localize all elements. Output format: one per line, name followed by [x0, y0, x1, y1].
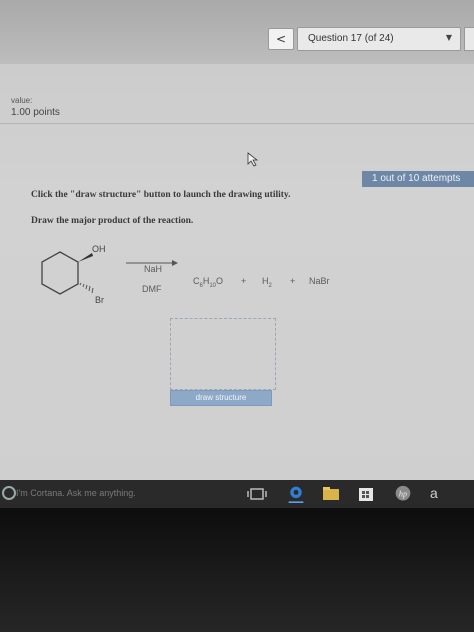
- instruction-launch-utility: Click the "draw structure" button to lau…: [31, 190, 291, 200]
- product-formula: C6H10O: [193, 276, 224, 289]
- task-view-icon[interactable]: [246, 485, 268, 503]
- keyboard-key-a: a: [430, 485, 438, 501]
- monitor-bezel: [0, 508, 474, 632]
- plus-sign-2: +: [290, 276, 296, 286]
- reagent-top: NaH: [144, 264, 163, 274]
- mouse-cursor-icon: [247, 152, 259, 167]
- cortana-icon[interactable]: [2, 486, 16, 500]
- previous-question-button[interactable]: <: [268, 28, 294, 50]
- structure-drawing-area[interactable]: [170, 318, 276, 390]
- chevron-down-icon: ▼: [445, 33, 452, 42]
- svg-text:hp: hp: [399, 489, 407, 498]
- reagent-bottom: DMF: [142, 284, 162, 294]
- points-value: 1.00 points: [11, 107, 60, 118]
- hydroxyl-label: OH: [92, 244, 106, 254]
- question-selector[interactable]: Question 17 (of 24) ▼: [297, 27, 461, 51]
- plus-sign-1: +: [241, 276, 247, 286]
- reactant-structure: OH Br: [41, 244, 106, 305]
- question-selector-label: Question 17 (of 24): [308, 33, 394, 44]
- question-nav-bar: < Question 17 (of 24) ▼: [0, 0, 474, 64]
- draw-structure-button[interactable]: draw structure: [170, 390, 272, 406]
- instruction-draw-product: Draw the major product of the reaction.: [31, 216, 194, 226]
- attempts-badge: 1 out of 10 attempts: [362, 171, 474, 187]
- cortana-search-box[interactable]: I'm Cortana. Ask me anything.: [16, 488, 136, 498]
- edge-browser-icon[interactable]: [285, 485, 307, 503]
- hp-icon[interactable]: hp: [392, 485, 414, 503]
- value-label: value:: [11, 96, 33, 105]
- browser-content: < Question 17 (of 24) ▼ value: 1.00 poin…: [0, 0, 474, 480]
- next-question-button[interactable]: [464, 27, 474, 51]
- byproduct-sodium-bromide: NaBr: [309, 276, 330, 286]
- file-explorer-icon[interactable]: [320, 485, 342, 503]
- byproduct-hydrogen: H2: [262, 276, 272, 289]
- store-icon[interactable]: [355, 485, 377, 503]
- bromo-label: Br: [95, 295, 104, 305]
- divider: [0, 123, 474, 124]
